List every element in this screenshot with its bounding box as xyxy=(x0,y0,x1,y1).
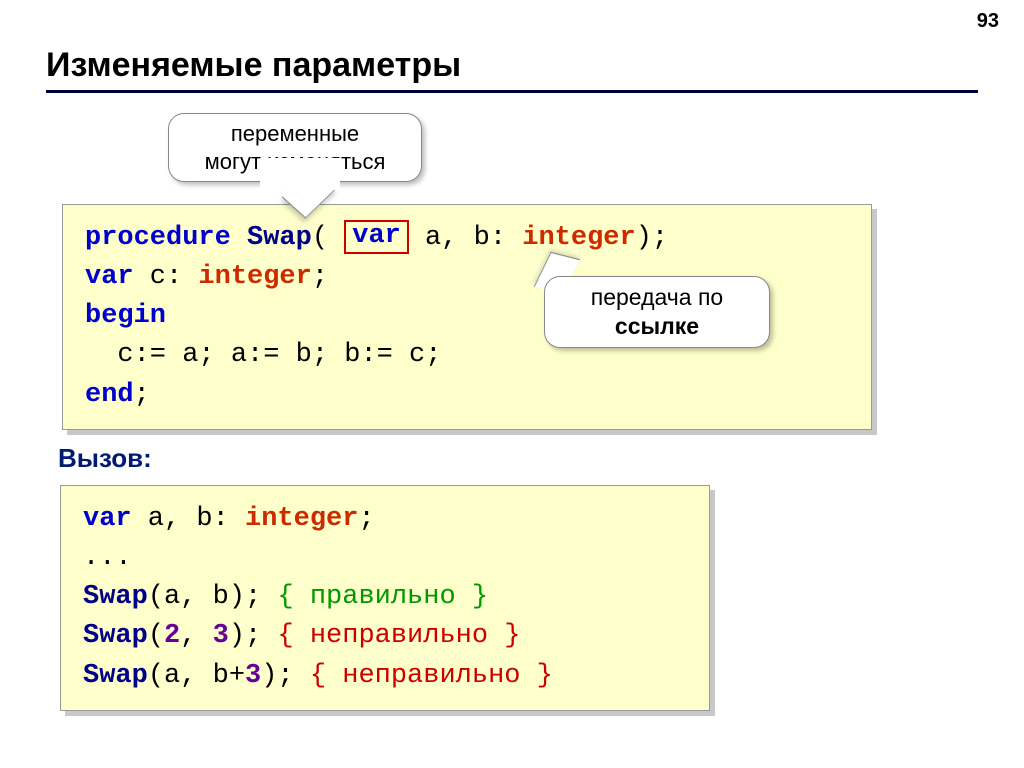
kw-procedure: procedure xyxy=(85,223,231,253)
args: (a, b); xyxy=(148,582,278,612)
paren: ( xyxy=(148,621,164,651)
page-title: Изменяемые параметры xyxy=(46,46,461,85)
callout-mask xyxy=(260,158,340,190)
callout-line: передача по xyxy=(567,283,747,312)
args: (a, b+ xyxy=(148,661,245,691)
num-literal: 3 xyxy=(213,621,229,651)
call-swap: Swap xyxy=(83,661,148,691)
callout-line: переменные xyxy=(191,120,399,148)
comment-incorrect: { неправильно } xyxy=(310,661,553,691)
kw-var: var xyxy=(85,262,134,292)
kw-begin: begin xyxy=(85,301,166,331)
paren-close: ); xyxy=(229,621,278,651)
kw-var: var xyxy=(352,221,401,251)
call-swap: Swap xyxy=(83,582,148,612)
kw-var: var xyxy=(83,504,132,534)
semi: ; xyxy=(134,380,150,410)
type-integer: integer xyxy=(522,223,635,253)
paren: ( xyxy=(312,223,328,253)
call-heading: Вызов: xyxy=(58,443,152,474)
ellipsis: ... xyxy=(83,543,132,573)
callout-line-bold: ссылке xyxy=(567,312,747,341)
params: a, b: xyxy=(409,223,522,253)
semi: ; xyxy=(358,504,374,534)
semi: ; xyxy=(312,262,328,292)
type-integer: integer xyxy=(198,262,311,292)
paren-close: ); xyxy=(261,661,310,691)
mask-inner xyxy=(260,158,340,190)
sep: , xyxy=(180,621,212,651)
comment-correct: { правильно } xyxy=(277,582,488,612)
comment-incorrect: { неправильно } xyxy=(277,621,520,651)
proc-name: Swap xyxy=(247,223,312,253)
code-block-calls: var a, b: integer; ... Swap(a, b); { пра… xyxy=(60,485,710,711)
kw-end: end xyxy=(85,380,134,410)
title-underline xyxy=(46,90,978,93)
page-number: 93 xyxy=(977,10,999,33)
num-literal: 2 xyxy=(164,621,180,651)
type-integer: integer xyxy=(245,504,358,534)
var-highlight-box: var xyxy=(344,220,409,254)
callout-pass-by-reference: передача по ссылке xyxy=(544,276,770,348)
num-literal: 3 xyxy=(245,661,261,691)
paren-close: ); xyxy=(636,223,668,253)
code-line: c:= a; a:= b; b:= c; xyxy=(85,340,441,370)
call-swap: Swap xyxy=(83,621,148,651)
decl: a, b: xyxy=(132,504,245,534)
